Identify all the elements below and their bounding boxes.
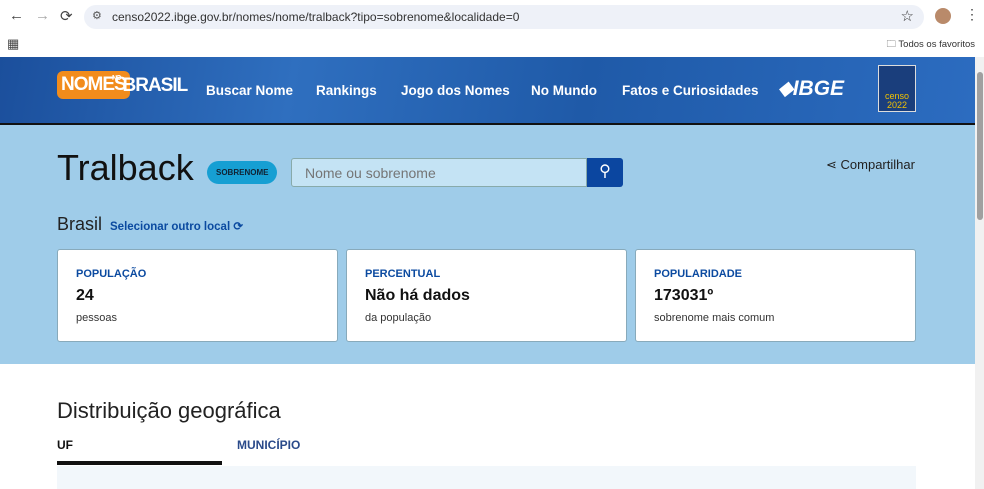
apps-grid-icon[interactable]: ▦ xyxy=(7,36,19,52)
page-title: Tralback xyxy=(57,147,194,188)
card-label: POPULARIDADE xyxy=(654,268,743,280)
refresh-icon: ⟳ xyxy=(233,221,243,233)
map-area[interactable] xyxy=(57,466,916,489)
card-value: 173031º xyxy=(654,287,714,304)
card-subtitle: da população xyxy=(365,312,432,324)
url-text[interactable]: censo2022.ibge.gov.br/nomes/nome/tralbac… xyxy=(112,10,519,24)
card-label: POPULAÇÃO xyxy=(76,268,147,280)
back-icon[interactable]: ← xyxy=(9,7,24,24)
forward-icon[interactable]: → xyxy=(35,7,50,24)
location-label: Brasil xyxy=(57,214,103,234)
search-button[interactable]: ⚲ xyxy=(587,158,623,187)
ibge-logo[interactable]: ⬥IBGE xyxy=(778,77,844,101)
share-label: Compartilhar xyxy=(840,157,915,172)
section-title: Distribuição geográfica xyxy=(57,398,281,423)
search-icon: ⚲ xyxy=(599,163,611,180)
ibge-logo-text: IBGE xyxy=(792,77,845,100)
change-location-link[interactable]: Selecionar outro local ⟳ xyxy=(110,219,243,233)
card-subtitle: pessoas xyxy=(76,312,117,324)
nav-rankings[interactable]: Rankings xyxy=(316,83,377,98)
logo-brasil[interactable]: NO BRASIL xyxy=(112,75,189,97)
bookmark-star-icon[interactable]: ☆ xyxy=(901,7,914,25)
nav-no-mundo[interactable]: No Mundo xyxy=(531,83,597,98)
name-summary: Tralback SOBRENOME ⚲ ⋖ Compartilhar Bras… xyxy=(0,125,975,364)
change-location-label: Selecionar outro local xyxy=(110,221,231,233)
search-input[interactable] xyxy=(291,158,587,187)
censo-2022-logo[interactable]: censo 2022 xyxy=(878,65,916,112)
share-icon: ⋖ xyxy=(826,157,841,172)
folder-icon: 🗀 xyxy=(886,39,899,50)
percentage-card: PERCENTUAL Não há dados da população xyxy=(346,249,627,342)
profile-avatar[interactable] xyxy=(935,8,951,24)
site-info-icon[interactable]: ⚙ xyxy=(92,9,102,22)
nav-buscar-nome[interactable]: Buscar Nome xyxy=(206,83,293,98)
share-button[interactable]: ⋖ Compartilhar xyxy=(826,157,915,173)
card-label: PERCENTUAL xyxy=(365,268,441,280)
population-card: POPULAÇÃO 24 pessoas xyxy=(57,249,338,342)
browser-toolbar: ← → ⟳ ⚙ censo2022.ibge.gov.br/nomes/nome… xyxy=(0,0,984,33)
all-bookmarks-label: Todos os favoritos xyxy=(898,39,975,50)
tab-uf[interactable]: UF xyxy=(57,438,73,452)
scrollbar-thumb[interactable] xyxy=(977,72,983,220)
site-header: NOMES NO BRASIL Buscar Nome Rankings Jogo… xyxy=(0,57,975,125)
logo-brasil-text: BRASIL xyxy=(122,75,189,96)
bookmarks-bar: ▦ 🗀 Todos os favoritos xyxy=(0,33,984,57)
nav-jogo-dos-nomes[interactable]: Jogo dos Nomes xyxy=(401,83,510,98)
logo-no: NO xyxy=(112,75,121,82)
card-subtitle: sobrenome mais comum xyxy=(654,312,775,324)
address-bar[interactable]: ⚙ censo2022.ibge.gov.br/nomes/nome/tralb… xyxy=(84,5,924,29)
tab-municipio[interactable]: MUNICÍPIO xyxy=(237,438,300,452)
popularity-card: POPULARIDADE 173031º sobrenome mais comu… xyxy=(635,249,916,342)
nav-fatos-curiosidades[interactable]: Fatos e Curiosidades xyxy=(622,83,759,98)
more-menu-icon[interactable]: ⋮ xyxy=(965,6,979,23)
type-badge: SOBRENOME xyxy=(207,161,278,184)
card-value: Não há dados xyxy=(365,287,470,304)
active-tab-indicator xyxy=(57,461,222,465)
all-bookmarks[interactable]: 🗀 Todos os favoritos xyxy=(886,37,975,53)
card-value: 24 xyxy=(76,287,94,304)
reload-icon[interactable]: ⟳ xyxy=(60,7,73,25)
